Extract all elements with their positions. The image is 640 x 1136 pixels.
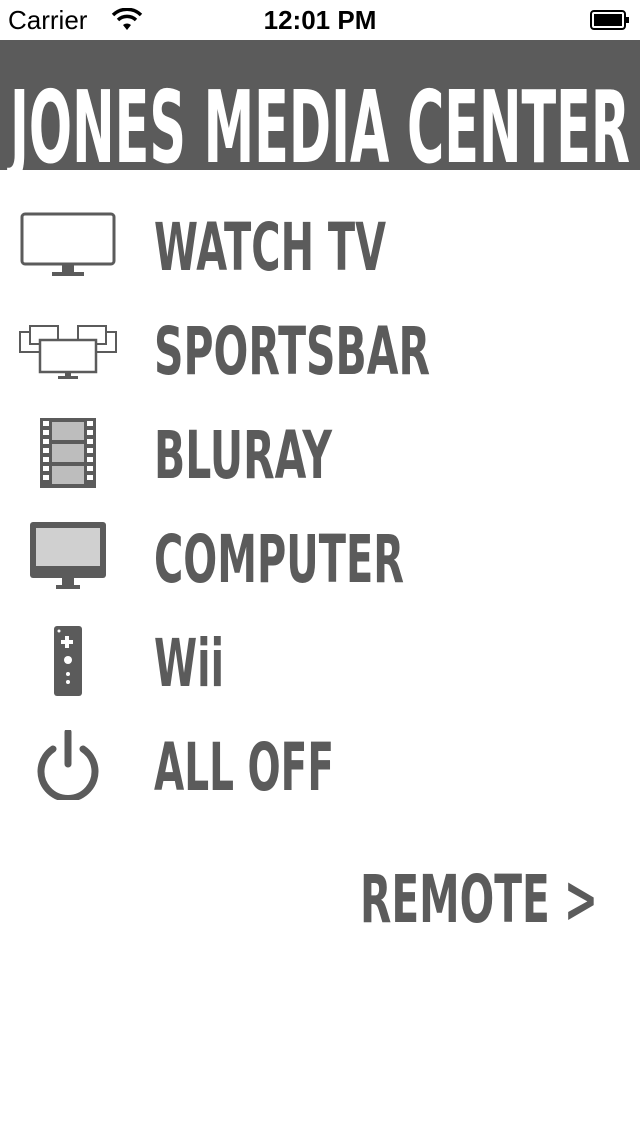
menu-item-watch-tv[interactable]: WATCH TV	[0, 190, 640, 294]
menu-label-all-off-svg: ALL OFF	[154, 729, 334, 806]
menu-label-sportsbar-svg: SPORTSBAR	[154, 313, 430, 390]
menu-label-watch-tv-svg: WATCH TV	[154, 209, 386, 286]
menu-label: BLURAY	[154, 417, 333, 494]
menu-item-computer[interactable]: COMPUTER	[0, 502, 640, 606]
status-time: 12:01 PM	[263, 5, 377, 35]
menu-label-computer-svg: COMPUTER	[154, 521, 404, 598]
remote-link-label: REMOTE >	[360, 861, 598, 938]
app-title: JONES MEDIA CENTER	[7, 69, 630, 170]
menu-label: ALL OFF	[154, 729, 334, 806]
menu-label-wii-svg: Wii	[154, 625, 224, 702]
menu-item-sportsbar[interactable]: SPORTSBAR	[0, 294, 640, 398]
menu-label: SPORTSBAR	[154, 313, 430, 390]
status-bar: Carrier 12:01 PM	[0, 0, 640, 40]
header-title-svg: JONES MEDIA CENTER	[7, 69, 630, 170]
menu-label: Wii	[154, 625, 224, 702]
menu-item-wii[interactable]: Wii	[0, 606, 640, 710]
remote-link[interactable]: REMOTE >	[340, 852, 620, 942]
menu-item-bluray[interactable]: BLURAY	[0, 398, 640, 502]
menu-label: COMPUTER	[154, 521, 404, 598]
menu-label-bluray-svg: BLURAY	[154, 417, 333, 494]
app-header: JONES MEDIA CENTER	[0, 40, 640, 170]
menu-label: WATCH TV	[154, 209, 386, 286]
menu-item-all-off[interactable]: ALL OFF	[0, 710, 640, 814]
battery-full-icon	[590, 10, 629, 30]
